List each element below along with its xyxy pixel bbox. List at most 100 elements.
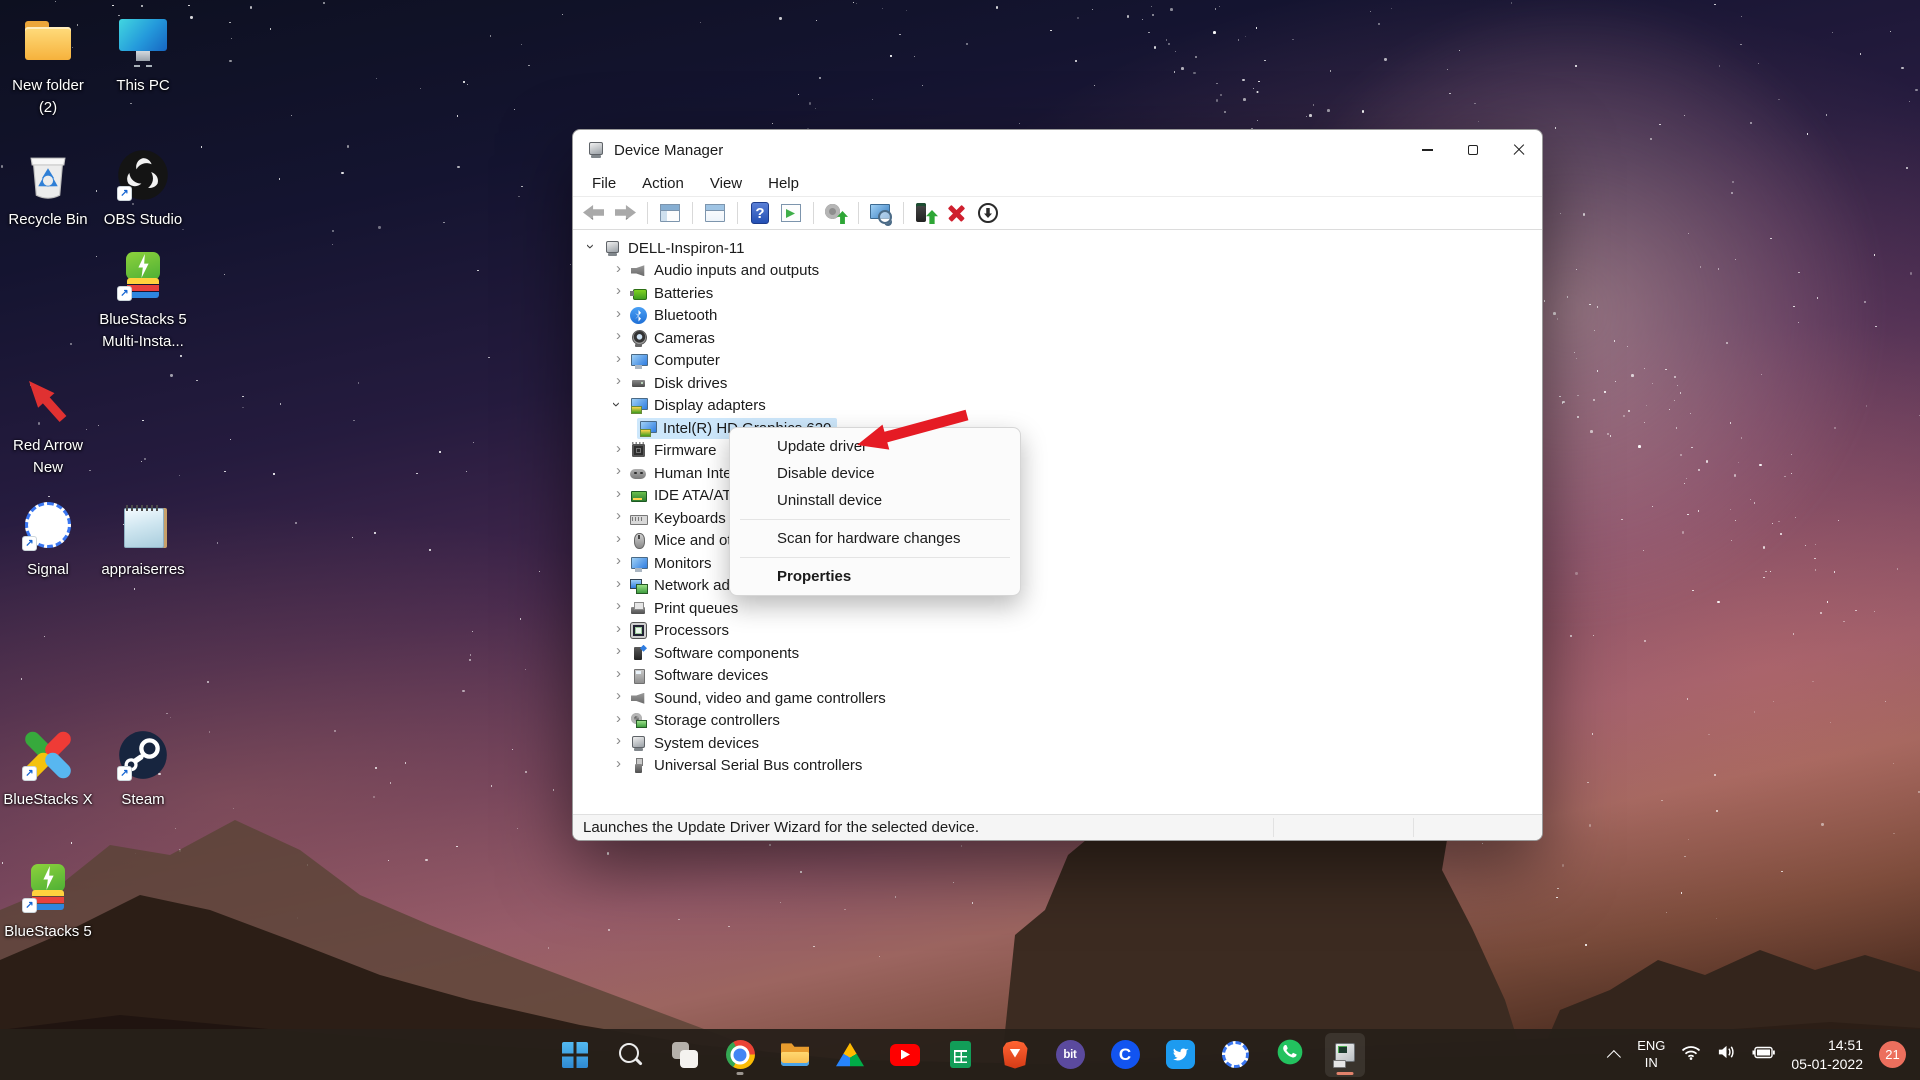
coinbase-button[interactable]: C xyxy=(1105,1033,1145,1077)
tree-item-batteries[interactable]: Batteries xyxy=(573,282,1542,305)
battery-icon[interactable] xyxy=(1752,1046,1775,1064)
start-button[interactable] xyxy=(555,1033,595,1077)
menu-item-disable-device[interactable]: Disable device xyxy=(730,460,1020,487)
star xyxy=(528,65,529,66)
tree-item-cameras[interactable]: Cameras xyxy=(573,327,1542,350)
processor-icon xyxy=(630,622,647,639)
desktop-icon-obs-studio[interactable]: OBS Studio xyxy=(95,146,191,231)
star xyxy=(1817,297,1818,298)
volume-icon[interactable] xyxy=(1717,1044,1736,1065)
star xyxy=(1220,94,1222,96)
desktop-icon-bluestacks-5-multi[interactable]: BlueStacks 5 Multi-Insta... xyxy=(95,246,191,353)
brave-button[interactable] xyxy=(995,1033,1035,1077)
tree-item-computer[interactable]: Computer xyxy=(573,350,1542,373)
star xyxy=(1309,114,1312,117)
twitter-button[interactable] xyxy=(1160,1033,1200,1077)
tree-item-system-devices[interactable]: System devices xyxy=(573,732,1542,755)
desktop-icon-red-arrow-new[interactable]: Red Arrow New xyxy=(0,372,96,479)
whatsapp-icon xyxy=(1275,1037,1305,1072)
menu-view[interactable]: View xyxy=(697,175,755,192)
star xyxy=(1193,72,1196,75)
menu-help[interactable]: Help xyxy=(755,175,812,192)
tree-item-human-interface-devices[interactable]: Human Interface Devices xyxy=(573,462,1542,485)
uninstall-device-icon[interactable] xyxy=(944,200,970,226)
google-drive-button[interactable] xyxy=(830,1033,870,1077)
desktop-icon-this-pc[interactable]: This PC xyxy=(95,12,191,97)
wifi-icon[interactable] xyxy=(1681,1045,1701,1065)
tree-item-monitors[interactable]: Monitors xyxy=(573,552,1542,575)
usb-icon xyxy=(630,757,647,774)
tree-item-storage-controllers[interactable]: Storage controllers xyxy=(573,710,1542,733)
properties-window-icon[interactable] xyxy=(702,200,728,226)
star xyxy=(1264,60,1265,61)
scan-hardware-changes-icon[interactable] xyxy=(868,200,894,226)
desktop-icon-appraiserres[interactable]: appraiserres xyxy=(95,496,191,581)
update-device-icon[interactable] xyxy=(913,200,939,226)
tree-item-firmware[interactable]: Firmware xyxy=(573,440,1542,463)
device-manager-taskbar-button[interactable] xyxy=(1325,1033,1365,1077)
tree-item-print-queues[interactable]: Print queues xyxy=(573,597,1542,620)
desktop-icon-signal[interactable]: Signal xyxy=(0,496,96,581)
clock[interactable]: 14:51 05-01-2022 xyxy=(1791,1036,1863,1074)
desktop-icon-steam[interactable]: Steam xyxy=(95,726,191,811)
menu-file[interactable]: File xyxy=(579,175,629,192)
export-list-icon[interactable] xyxy=(778,200,804,226)
desktop-icon-bluestacks-x[interactable]: BlueStacks X xyxy=(0,726,96,811)
desktop-icon-new-folder-2[interactable]: New folder (2) xyxy=(0,12,96,119)
star xyxy=(772,123,773,124)
tree-item-usb-controllers[interactable]: Universal Serial Bus controllers xyxy=(573,755,1542,778)
task-view-button[interactable] xyxy=(665,1033,705,1077)
menu-action[interactable]: Action xyxy=(629,175,697,192)
notification-badge[interactable]: 21 xyxy=(1879,1041,1906,1068)
chrome-button[interactable] xyxy=(720,1033,760,1077)
star xyxy=(1688,233,1689,234)
star xyxy=(1224,111,1226,113)
tree-item-ide-controllers[interactable]: IDE ATA/ATAPI controllers xyxy=(573,485,1542,508)
whatsapp-button[interactable] xyxy=(1270,1033,1310,1077)
bitly-button[interactable]: bit xyxy=(1050,1033,1090,1077)
menu-item-uninstall-device[interactable]: Uninstall device xyxy=(730,487,1020,514)
menu-item-properties[interactable]: Properties xyxy=(730,563,1020,590)
youtube-button[interactable] xyxy=(885,1033,925,1077)
tree-item-software-components[interactable]: Software components xyxy=(573,642,1542,665)
tree-item-disk-drives[interactable]: Disk drives xyxy=(573,372,1542,395)
tree-item-network-adapters[interactable]: Network adapters xyxy=(573,575,1542,598)
tree-item-mice[interactable]: Mice and other pointing devices xyxy=(573,530,1542,553)
desktop-icon-bluestacks-5[interactable]: BlueStacks 5 xyxy=(0,858,96,943)
star xyxy=(1168,43,1169,44)
minimize-button[interactable] xyxy=(1404,130,1450,170)
back-icon[interactable] xyxy=(581,200,607,226)
forward-icon[interactable] xyxy=(612,200,638,226)
update-driver-software-icon[interactable] xyxy=(823,200,849,226)
title-bar[interactable]: Device Manager xyxy=(573,130,1542,170)
menu-item-scan-hardware-changes[interactable]: Scan for hardware changes xyxy=(730,525,1020,552)
tree-item-display-adapters[interactable]: Display adapters xyxy=(573,395,1542,418)
tree-item-sound-controllers[interactable]: Sound, video and game controllers xyxy=(573,687,1542,710)
tree-item-processors[interactable]: Processors xyxy=(573,620,1542,643)
console-tree-icon[interactable] xyxy=(657,200,683,226)
tree-item-keyboards[interactable]: Keyboards xyxy=(573,507,1542,530)
signal-button[interactable] xyxy=(1215,1033,1255,1077)
star xyxy=(1731,192,1733,194)
tray-chevron-up-icon[interactable] xyxy=(1607,1050,1621,1064)
storage-icon xyxy=(630,712,647,729)
star xyxy=(55,1,56,2)
star xyxy=(1698,510,1699,511)
star xyxy=(922,85,923,86)
desktop-icon-recycle-bin[interactable]: Recycle Bin xyxy=(0,146,96,231)
tree-item-root[interactable]: DELL-Inspiron-11 xyxy=(573,237,1542,260)
language-indicator[interactable]: ENG IN xyxy=(1637,1038,1665,1071)
tree-item-bluetooth[interactable]: Bluetooth xyxy=(573,305,1542,328)
help-icon[interactable] xyxy=(747,200,773,226)
file-explorer-button[interactable] xyxy=(775,1033,815,1077)
tree-item-audio-inputs[interactable]: Audio inputs and outputs xyxy=(573,260,1542,283)
google-sheets-button[interactable] xyxy=(940,1033,980,1077)
disable-device-icon[interactable] xyxy=(975,200,1001,226)
star xyxy=(1449,93,1450,94)
tree-item-intel-hd-graphics[interactable]: Intel(R) HD Graphics 620 xyxy=(573,417,1542,440)
tree-item-software-devices[interactable]: Software devices xyxy=(573,665,1542,688)
maximize-button[interactable] xyxy=(1450,130,1496,170)
toolbar-separator xyxy=(813,202,814,224)
close-button[interactable] xyxy=(1496,130,1542,170)
search-button[interactable] xyxy=(610,1033,650,1077)
